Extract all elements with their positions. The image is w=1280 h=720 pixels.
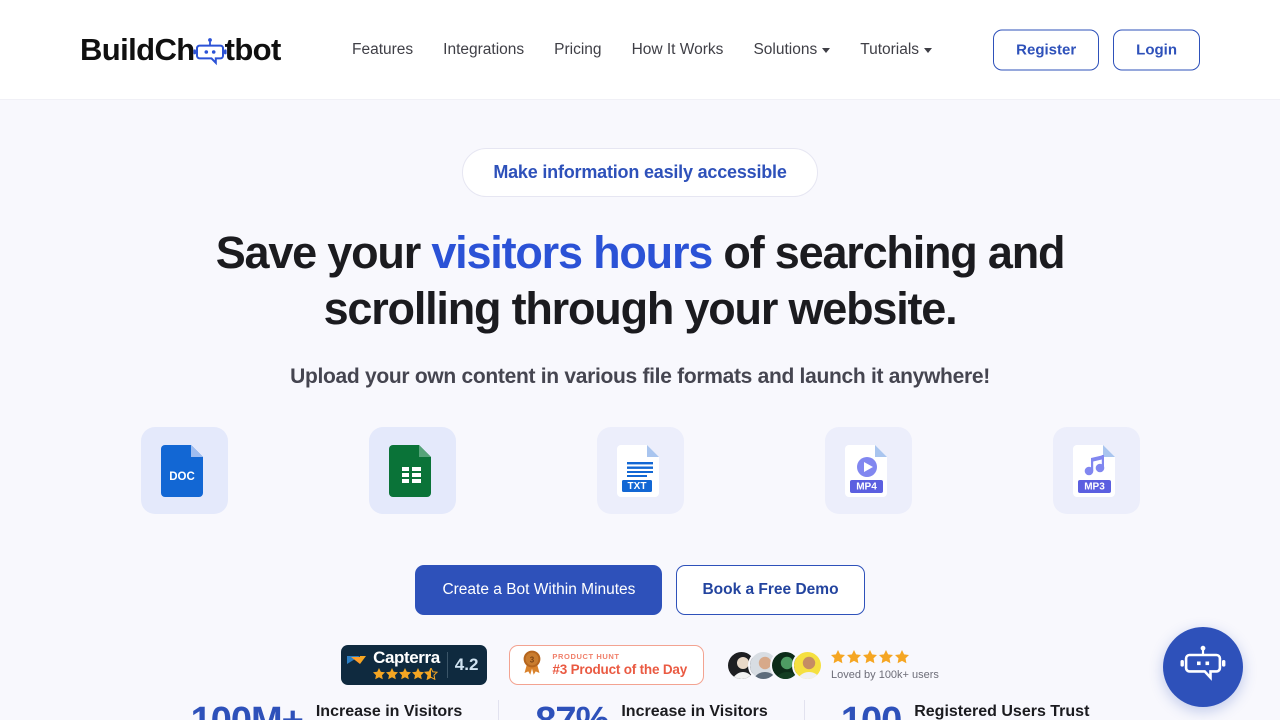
stat-label: Increase in Visitors [316, 700, 462, 720]
stat-number: 87% [535, 700, 609, 720]
stat-item: 100M+ Increase in Visitors [155, 700, 499, 720]
capterra-score: 4.2 [454, 655, 479, 674]
chat-widget-button[interactable] [1163, 627, 1243, 707]
create-bot-button[interactable]: Create a Bot Within Minutes [415, 565, 663, 615]
robot-icon [193, 37, 227, 67]
stat-item: 87% Increase in Visitors Engagement [498, 700, 804, 720]
hero-section: Make information easily accessible Save … [0, 100, 1280, 720]
file-format-mp3[interactable]: MP3 [1052, 427, 1140, 514]
site-header: BuildCh tbot Features Integrations Prici… [0, 0, 1280, 100]
capterra-badge[interactable]: Capterra 4.2 [341, 645, 488, 685]
nav-label: Integrations [443, 40, 525, 58]
social-proof-row: Capterra 4.2 3 PRODUCT HUNT #3 Product o… [0, 645, 1280, 685]
logo-text-after: tbot [224, 31, 282, 67]
logo-text-before: BuildCh [80, 31, 195, 67]
headline-part-1: Save your [215, 227, 432, 278]
capterra-stars [373, 666, 439, 681]
avatar-group [726, 649, 823, 681]
doc-file-icon: DOC [161, 444, 203, 497]
product-hunt-title: #3 Product of the Day [552, 662, 687, 677]
stat-label-line-1: Increase in Visitors [621, 703, 768, 720]
stat-item: 100 Registered Users Trust BuildChatbot [803, 700, 1126, 720]
xls-file-icon [389, 444, 431, 497]
nav-label: Solutions [753, 40, 818, 58]
nav-label: Pricing [554, 40, 602, 58]
medal-icon: 3 [521, 650, 543, 681]
nav-item-pricing[interactable]: Pricing [554, 41, 601, 59]
svg-text:3: 3 [530, 655, 535, 664]
nav-label: Features [352, 40, 414, 58]
nav-item-solutions[interactable]: Solutions [753, 40, 831, 59]
landing-page: BuildCh tbot Features Integrations Prici… [0, 0, 1280, 720]
rating-stars [831, 649, 913, 666]
chevron-down-icon [924, 48, 933, 53]
login-button[interactable]: Login [1113, 29, 1200, 70]
page-title: Save your visitors hours of searching an… [190, 225, 1090, 337]
svg-text:TXT: TXT [628, 481, 647, 492]
main-nav: Features Integrations Pricing How It Wor… [352, 40, 933, 59]
product-hunt-kicker: PRODUCT HUNT [552, 652, 620, 661]
nav-item-how-it-works[interactable]: How It Works [632, 41, 724, 59]
chevron-down-icon [822, 48, 831, 53]
product-hunt-text: PRODUCT HUNT #3 Product of the Day [552, 652, 687, 678]
book-demo-button[interactable]: Book a Free Demo [676, 565, 865, 615]
headline-highlight: visitors hours [431, 227, 713, 278]
stats-row: 100M+ Increase in Visitors 87% Increase … [0, 700, 1280, 720]
svg-text:DOC: DOC [169, 471, 195, 483]
file-format-xls[interactable] [368, 427, 456, 514]
capterra-logo-icon [347, 651, 367, 678]
stat-number: 100M+ [191, 700, 304, 720]
stat-label: Increase in Visitors Engagement [621, 700, 767, 720]
capterra-name: Capterra [373, 648, 440, 667]
svg-text:MP3: MP3 [1084, 481, 1105, 492]
loved-by-users: Loved by 100k+ users [726, 649, 939, 681]
file-format-doc[interactable]: DOC [140, 427, 228, 514]
mp4-file-icon: MP4 [845, 444, 887, 497]
hero-cta-group: Create a Bot Within Minutes Book a Free … [0, 565, 1280, 615]
auth-actions: Register Login [993, 29, 1200, 70]
logo[interactable]: BuildCh tbot [80, 32, 281, 68]
capterra-text: Capterra [373, 649, 440, 681]
file-format-list: DOC TXT MP4 MP3 [0, 427, 1280, 514]
nav-label: Tutorials [860, 40, 920, 58]
file-format-mp4[interactable]: MP4 [824, 427, 912, 514]
stat-number: 100 [841, 700, 902, 720]
nav-item-integrations[interactable]: Integrations [443, 41, 524, 59]
product-hunt-badge[interactable]: 3 PRODUCT HUNT #3 Product of the Day [509, 645, 704, 685]
chat-robot-icon [1180, 645, 1226, 690]
file-format-txt[interactable]: TXT [596, 427, 684, 514]
divider [446, 652, 448, 678]
avatar [792, 649, 823, 681]
nav-label: How It Works [631, 40, 724, 58]
loved-text: Loved by 100k+ users [831, 649, 939, 681]
nav-item-tutorials[interactable]: Tutorials [860, 40, 933, 59]
svg-text:MP4: MP4 [856, 481, 877, 492]
stat-label-line-1: Increase in Visitors [315, 703, 463, 720]
hero-badge: Make information easily accessible [462, 148, 818, 197]
register-button[interactable]: Register [993, 29, 1100, 70]
nav-item-features[interactable]: Features [352, 41, 413, 59]
stat-label: Registered Users Trust BuildChatbot [914, 700, 1089, 720]
mp3-file-icon: MP3 [1073, 444, 1115, 497]
txt-file-icon: TXT [617, 444, 659, 497]
hero-subtitle: Upload your own content in various file … [290, 365, 990, 388]
loved-label: Loved by 100k+ users [831, 668, 939, 681]
stat-label-line-1: Registered Users Trust [914, 703, 1090, 720]
